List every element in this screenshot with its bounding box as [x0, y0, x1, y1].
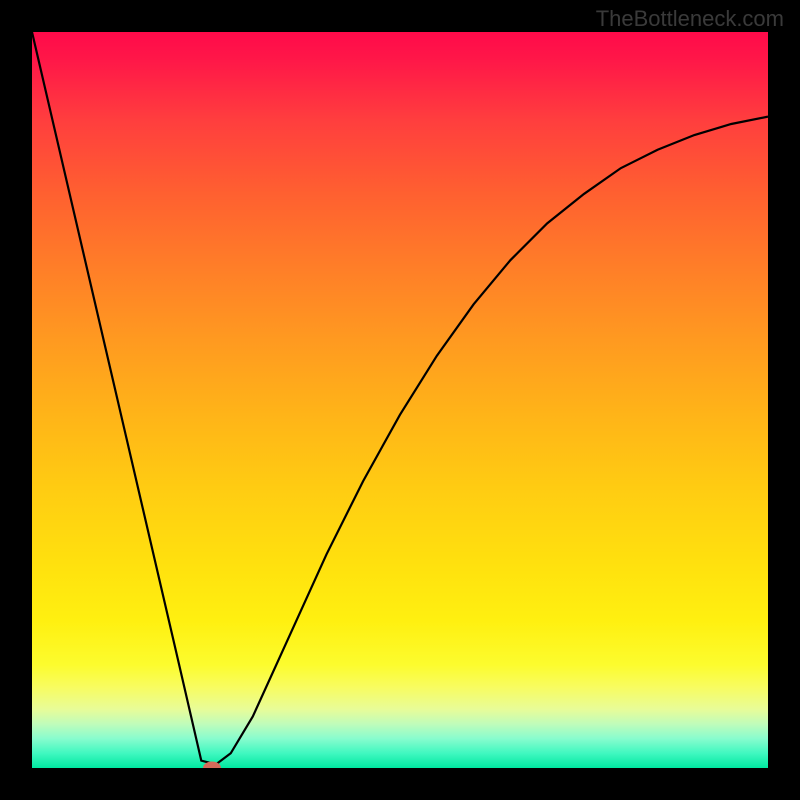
chart-plot-area	[32, 32, 768, 768]
bottleneck-curve-path	[32, 32, 768, 764]
chart-curve-svg	[32, 32, 768, 768]
minimum-marker-dot	[203, 762, 221, 769]
watermark-text: TheBottleneck.com	[596, 6, 784, 32]
